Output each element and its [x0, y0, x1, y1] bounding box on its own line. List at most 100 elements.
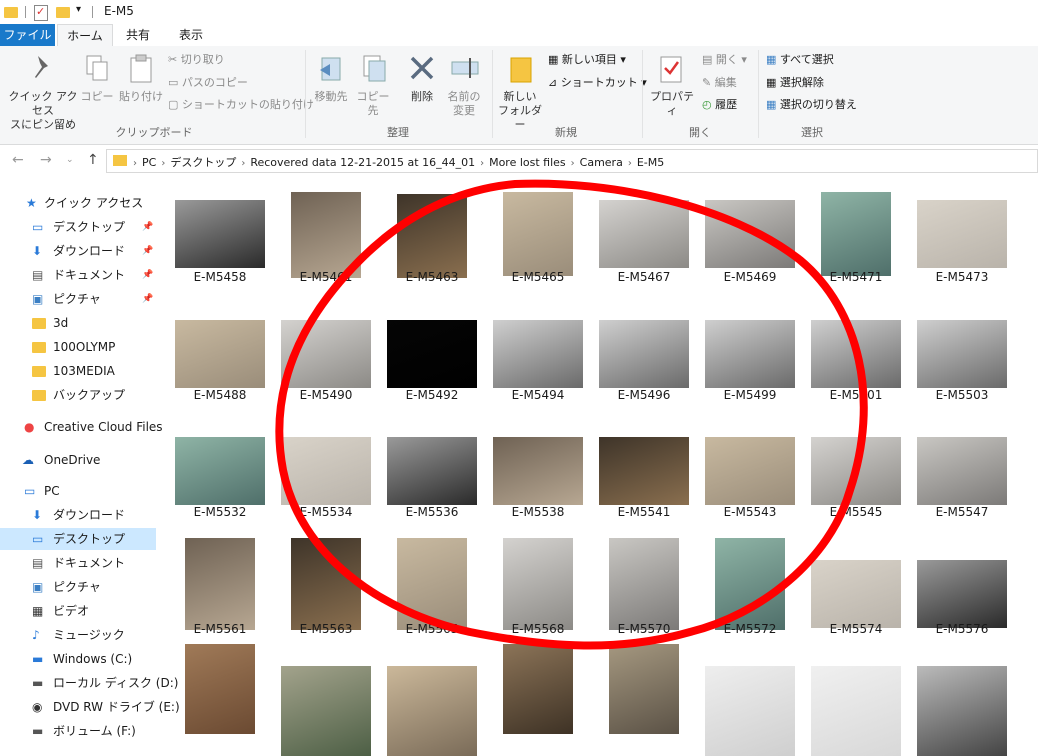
file-name[interactable]: E-M5563: [276, 622, 376, 636]
sidebar-item[interactable]: ♪ ミュージック: [0, 624, 156, 646]
image-thumbnail[interactable]: [917, 320, 1007, 388]
sidebar-item-quick-access[interactable]: ★ クイック アクセス: [0, 192, 156, 214]
sidebar-item[interactable]: ▤ ドキュメント 📌: [0, 264, 156, 286]
image-thumbnail[interactable]: [705, 437, 795, 505]
address-bar[interactable]: › PC › デスクトップ › Recovered data 12-21-2015 at …: [106, 149, 1038, 173]
image-thumbnail[interactable]: [917, 437, 1007, 505]
sidebar-item[interactable]: 100OLYMP: [0, 336, 156, 358]
file-name[interactable]: E-M5545: [806, 505, 906, 519]
file-name[interactable]: E-M5570: [594, 622, 694, 636]
sidebar-item-creative-cloud[interactable]: ● Creative Cloud Files: [0, 416, 163, 438]
breadcrumb-chevron-icon[interactable]: ›: [133, 158, 137, 169]
image-thumbnail[interactable]: [811, 437, 901, 505]
sidebar-item[interactable]: ▣ ピクチャ 📌: [0, 288, 156, 310]
image-thumbnail[interactable]: [397, 194, 467, 278]
image-thumbnail[interactable]: [175, 200, 265, 268]
file-name[interactable]: E-M5465: [488, 270, 588, 284]
image-thumbnail[interactable]: [715, 538, 785, 630]
file-name[interactable]: E-M5461: [276, 270, 376, 284]
sidebar-item[interactable]: ▬ ボリューム (F:): [0, 720, 156, 742]
breadcrumb-chevron-icon[interactable]: ›: [628, 158, 632, 169]
file-name[interactable]: E-M5572: [700, 622, 800, 636]
sidebar-item[interactable]: ▣ ピクチャ: [0, 576, 156, 598]
image-thumbnail[interactable]: [387, 320, 477, 388]
file-name[interactable]: E-M5492: [382, 388, 482, 402]
image-thumbnail[interactable]: [705, 320, 795, 388]
history-button[interactable]: ◴ 履歴: [702, 97, 737, 113]
file-name[interactable]: E-M5490: [276, 388, 376, 402]
file-name[interactable]: E-M5543: [700, 505, 800, 519]
new-item-button[interactable]: ▦ 新しい項目 ▾: [548, 52, 626, 68]
back-arrow-icon[interactable]: ←: [12, 152, 24, 168]
image-thumbnail[interactable]: [281, 437, 371, 505]
file-name[interactable]: E-M5473: [912, 270, 1012, 284]
copy-path-button[interactable]: ▭ パスのコピー: [168, 75, 248, 91]
image-thumbnail[interactable]: [821, 192, 891, 276]
tab-home[interactable]: ホーム: [57, 24, 113, 48]
edit-button[interactable]: ✎ 編集: [702, 75, 737, 91]
recent-locations-icon[interactable]: ⌄: [66, 155, 74, 165]
image-thumbnail[interactable]: [917, 666, 1007, 756]
file-name[interactable]: E-M5463: [382, 270, 482, 284]
breadcrumb-item[interactable]: More lost files: [489, 156, 566, 169]
invert-selection-button[interactable]: ▦ 選択の切り替え: [766, 97, 857, 113]
file-name[interactable]: E-M5499: [700, 388, 800, 402]
paste-shortcut-button[interactable]: ▢ ショートカットの貼り付け: [168, 97, 314, 113]
sidebar-item[interactable]: ⬇ ダウンロード 📌: [0, 240, 156, 262]
breadcrumb-item[interactable]: Recovered data 12-21-2015 at 16_44_01: [250, 156, 475, 169]
sidebar-item[interactable]: ▤ ドキュメント: [0, 552, 156, 574]
image-thumbnail[interactable]: [917, 200, 1007, 268]
tab-share[interactable]: 共有: [112, 24, 164, 46]
image-thumbnail[interactable]: [387, 437, 477, 505]
image-thumbnail[interactable]: [503, 644, 573, 734]
image-thumbnail[interactable]: [705, 200, 795, 268]
image-thumbnail[interactable]: [811, 560, 901, 628]
file-name[interactable]: E-M5565: [382, 622, 482, 636]
breadcrumb-item[interactable]: E-M5: [637, 156, 664, 169]
file-name[interactable]: E-M5538: [488, 505, 588, 519]
tab-file[interactable]: ファイル: [0, 24, 55, 46]
image-thumbnail[interactable]: [397, 538, 467, 630]
image-thumbnail[interactable]: [811, 320, 901, 388]
file-name[interactable]: E-M5568: [488, 622, 588, 636]
breadcrumb-chevron-icon[interactable]: ›: [480, 158, 484, 169]
sidebar-item[interactable]: ▬ ローカル ディスク (D:): [0, 672, 178, 694]
sidebar-item[interactable]: ◉ DVD RW ドライブ (E:): [0, 696, 180, 718]
file-name[interactable]: E-M5471: [806, 270, 906, 284]
open-button[interactable]: ▤ 開く ▾: [702, 52, 747, 68]
image-thumbnail[interactable]: [609, 538, 679, 630]
new-folder-quick-icon[interactable]: [56, 7, 70, 18]
image-thumbnail[interactable]: [291, 538, 361, 630]
file-name[interactable]: E-M5458: [170, 270, 270, 284]
file-name[interactable]: E-M5574: [806, 622, 906, 636]
file-name[interactable]: E-M5541: [594, 505, 694, 519]
file-name[interactable]: E-M5501: [806, 388, 906, 402]
sidebar-item[interactable]: 103MEDIA: [0, 360, 156, 382]
file-name[interactable]: E-M5469: [700, 270, 800, 284]
up-arrow-icon[interactable]: ↑: [87, 152, 99, 168]
breadcrumb-chevron-icon[interactable]: ›: [241, 158, 245, 169]
file-name[interactable]: E-M5561: [170, 622, 270, 636]
file-name[interactable]: E-M5496: [594, 388, 694, 402]
breadcrumb-chevron-icon[interactable]: ›: [161, 158, 165, 169]
cut-button[interactable]: ✂ 切り取り: [168, 52, 225, 68]
file-name[interactable]: E-M5467: [594, 270, 694, 284]
sidebar-item[interactable]: ▦ ビデオ: [0, 600, 156, 622]
image-thumbnail[interactable]: [503, 192, 573, 276]
file-name[interactable]: E-M5536: [382, 505, 482, 519]
file-name[interactable]: E-M5534: [276, 505, 376, 519]
sidebar-item-pc[interactable]: ▭ PC: [0, 480, 156, 502]
image-thumbnail[interactable]: [503, 538, 573, 630]
tab-view[interactable]: 表示: [165, 24, 217, 46]
image-thumbnail[interactable]: [185, 538, 255, 630]
select-all-button[interactable]: ▦ すべて選択: [766, 52, 834, 68]
image-thumbnail[interactable]: [493, 320, 583, 388]
image-thumbnail[interactable]: [599, 437, 689, 505]
image-thumbnail[interactable]: [493, 437, 583, 505]
file-name[interactable]: E-M5494: [488, 388, 588, 402]
file-name[interactable]: E-M5547: [912, 505, 1012, 519]
sidebar-item[interactable]: ▬ Windows (C:): [0, 648, 156, 670]
image-thumbnail[interactable]: [281, 666, 371, 756]
customize-toolbar-icon[interactable]: ▾: [76, 4, 81, 15]
sidebar-item[interactable]: バックアップ: [0, 384, 156, 406]
